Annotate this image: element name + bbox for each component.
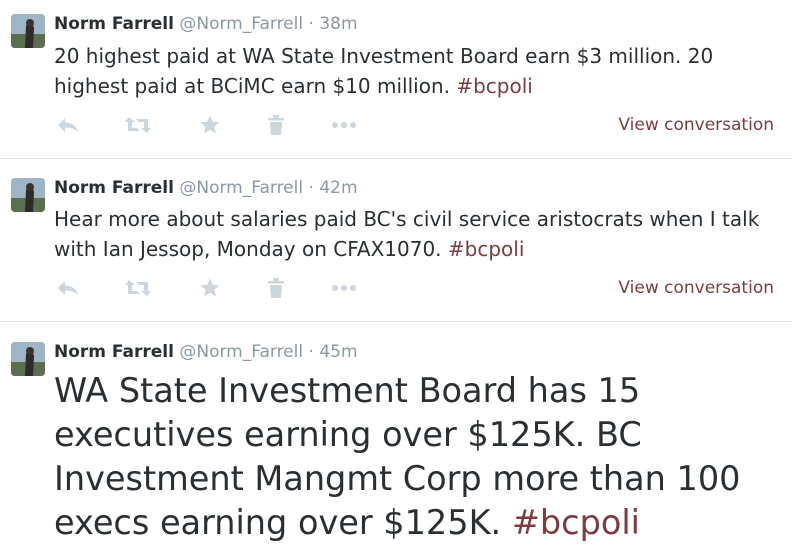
tweet: Norm Farrell @Norm_Farrell · 38m 20 high… (0, 0, 792, 159)
trash-icon (268, 278, 284, 298)
hashtag-link[interactable]: #bcpoli (448, 237, 525, 261)
more-button[interactable] (330, 275, 358, 301)
retweet-button[interactable] (124, 112, 152, 138)
hashtag-link[interactable]: #bcpoli (456, 74, 533, 98)
tweet-header: Norm Farrell @Norm_Farrell · 42m (54, 177, 358, 199)
reply-button[interactable] (54, 112, 82, 138)
tweet-text-body: 20 highest paid at WA State Investment B… (54, 44, 714, 98)
delete-button[interactable] (262, 275, 290, 301)
hashtag-link[interactable]: #bcpoli (512, 503, 640, 542)
tweet-text: 20 highest paid at WA State Investment B… (54, 41, 784, 101)
more-button[interactable] (330, 112, 358, 138)
tweet-text-body: Hear more about salaries paid BC's civil… (54, 207, 760, 261)
username[interactable]: @Norm_Farrell (179, 178, 303, 198)
timestamp[interactable]: 38m (319, 14, 357, 34)
reply-icon (58, 118, 78, 132)
tweet: Norm Farrell @Norm_Farrell · 45m WA Stat… (0, 322, 792, 549)
timestamp[interactable]: 45m (319, 342, 357, 362)
tweet-header: Norm Farrell @Norm_Farrell · 45m (54, 341, 358, 363)
view-conversation-link[interactable]: View conversation (618, 275, 774, 301)
reply-icon (58, 281, 78, 295)
delete-button[interactable] (262, 112, 290, 138)
favorite-button[interactable] (196, 112, 224, 138)
separator: · (308, 14, 314, 34)
tweet-actions: View conversation (54, 112, 784, 138)
avatar[interactable] (11, 342, 45, 376)
tweet: Norm Farrell @Norm_Farrell · 42m Hear mo… (0, 159, 792, 322)
tweet-actions: View conversation (54, 275, 784, 301)
retweet-icon (125, 280, 151, 296)
username[interactable]: @Norm_Farrell (179, 342, 303, 362)
fullname[interactable]: Norm Farrell (54, 14, 174, 34)
star-icon (200, 115, 220, 134)
fullname[interactable]: Norm Farrell (54, 178, 174, 198)
timestamp[interactable]: 42m (319, 178, 357, 198)
retweet-icon (125, 117, 151, 133)
more-icon (332, 122, 356, 128)
star-icon (200, 278, 220, 297)
avatar[interactable] (11, 178, 45, 212)
tweet-text: Hear more about salaries paid BC's civil… (54, 204, 784, 264)
favorite-button[interactable] (196, 275, 224, 301)
retweet-button[interactable] (124, 275, 152, 301)
more-icon (332, 285, 356, 291)
view-conversation-link[interactable]: View conversation (618, 112, 774, 138)
separator: · (308, 178, 314, 198)
tweet-header: Norm Farrell @Norm_Farrell · 38m (54, 13, 358, 35)
username[interactable]: @Norm_Farrell (179, 14, 303, 34)
tweet-text: WA State Investment Board has 15 executi… (54, 369, 784, 545)
reply-button[interactable] (54, 275, 82, 301)
fullname[interactable]: Norm Farrell (54, 342, 174, 362)
avatar[interactable] (11, 14, 45, 48)
separator: · (308, 342, 314, 362)
trash-icon (268, 115, 284, 135)
